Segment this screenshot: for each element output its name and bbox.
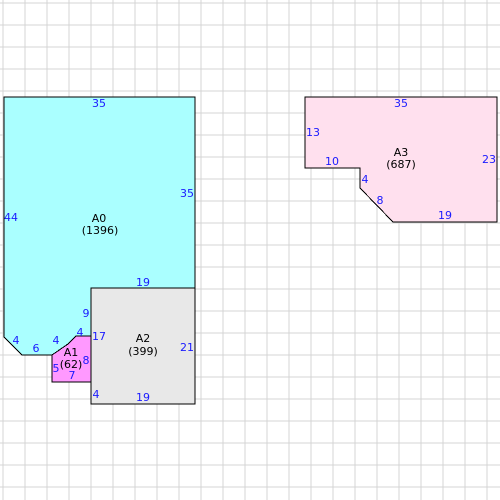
- a2-left-dimension: 17: [92, 330, 106, 343]
- a3-right-dimension: 23: [482, 153, 496, 166]
- a2-bottom-left-dimension: 4: [93, 388, 100, 401]
- a2-right-dimension: 21: [180, 341, 194, 354]
- a1-right-dimension: 8: [83, 354, 90, 367]
- region-a2-name: A2: [136, 332, 151, 345]
- floor-plan-canvas: A0 (1396) A2 (399) A1 (62) A3 (687) 35 4…: [0, 0, 500, 500]
- a0-top-dimension: 35: [92, 97, 106, 110]
- a0-notch-left-dimension: 4: [53, 334, 60, 347]
- a3-bottom-dimension: 19: [438, 209, 452, 222]
- a3-step-dimension: 10: [325, 155, 339, 168]
- a0-inner-horizontal-dimension: 19: [136, 276, 150, 289]
- region-a2-area: (399): [128, 345, 158, 358]
- a0-inner-vertical-dimension: 9: [83, 307, 90, 320]
- a2-bottom-dimension: 19: [136, 391, 150, 404]
- a0-bottom-diagonal-dimension: 4: [13, 334, 20, 347]
- a3-diagonal-dimension: 8: [377, 194, 384, 207]
- a0-notch-right-dimension: 4: [77, 326, 84, 339]
- a1-bottom-dimension: 7: [69, 369, 76, 382]
- a3-top-dimension: 35: [394, 97, 408, 110]
- a0-left-dimension: 44: [4, 211, 18, 224]
- a0-bottom-dimension: 6: [33, 342, 40, 355]
- a0-right-dimension: 35: [180, 187, 194, 200]
- region-a3-area: (687): [386, 158, 416, 171]
- a1-left-dimension: 5: [53, 362, 60, 375]
- region-a0-area: (1396): [82, 224, 119, 237]
- a3-step-vertical-dimension: 4: [362, 173, 369, 186]
- a3-left-dimension: 13: [306, 126, 320, 139]
